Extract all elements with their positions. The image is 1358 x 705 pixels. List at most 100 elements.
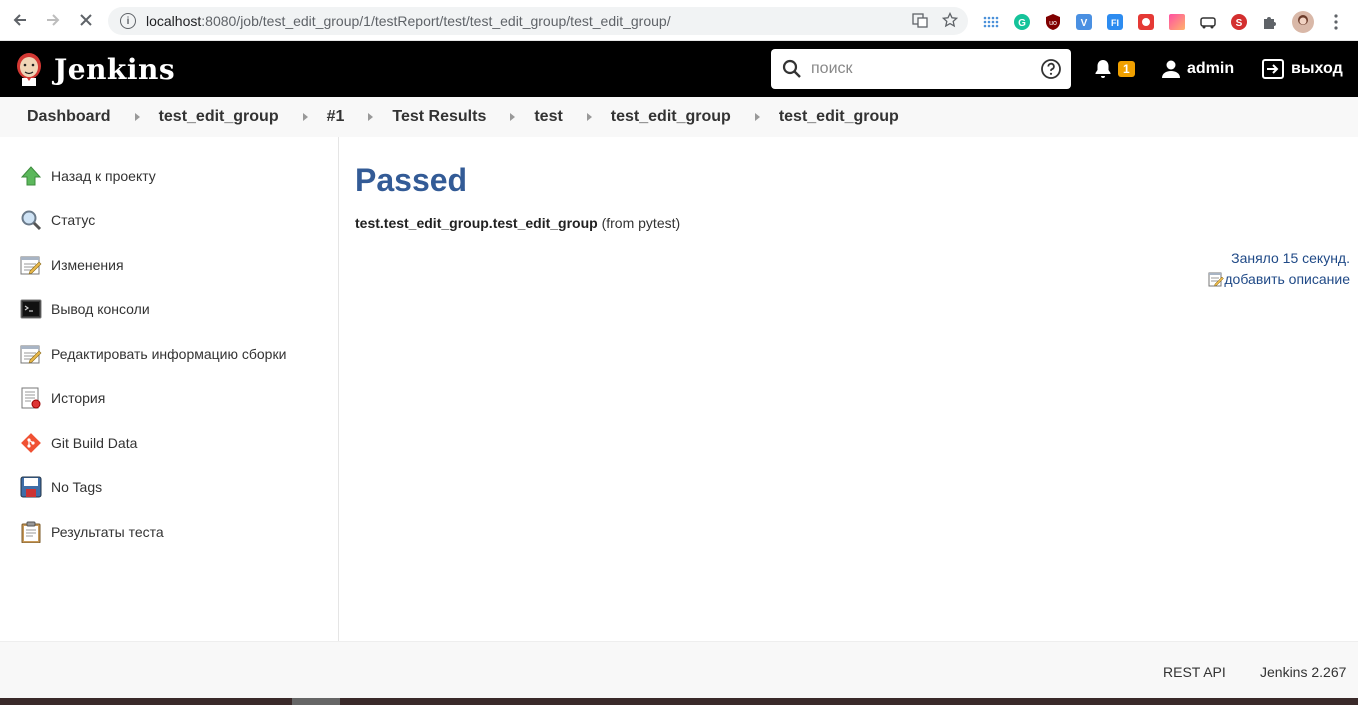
breadcrumb-separator[interactable] [754, 113, 760, 121]
breadcrumb-separator[interactable] [586, 113, 592, 121]
breadcrumb-separator[interactable] [302, 113, 308, 121]
v-extension-icon[interactable]: V [1075, 13, 1093, 31]
sidebar-item-label: Редактировать информацию сборки [51, 346, 287, 362]
ublock-icon[interactable]: uo [1044, 13, 1062, 31]
username: admin [1187, 60, 1235, 77]
sidebar-item-back-to-project[interactable]: Назад к проекту [20, 164, 156, 188]
sidebar-item-label: Изменения [51, 257, 124, 273]
breadcrumb-package[interactable]: test [534, 108, 562, 126]
breadcrumb: Dashboard test_edit_group #1 Test Result… [0, 97, 1358, 137]
page-footer: REST API Jenkins 2.267 [0, 641, 1358, 698]
chrome-menu-icon[interactable] [1327, 13, 1345, 31]
search-icon [782, 59, 801, 78]
terminal-icon [20, 298, 42, 320]
rest-api-link[interactable]: REST API [1163, 664, 1226, 680]
git-icon [20, 432, 42, 454]
profile-avatar-icon[interactable] [1292, 11, 1314, 33]
breadcrumb-build[interactable]: #1 [327, 108, 345, 126]
sidebar-item-test-results[interactable]: Результаты теста [20, 520, 164, 544]
floppy-icon [20, 476, 42, 498]
up-arrow-icon [20, 165, 42, 187]
grammarly-icon[interactable]: G [1013, 13, 1031, 31]
sidebar-item-status[interactable]: Статус [20, 208, 95, 232]
test-source: (from pytest) [601, 215, 681, 231]
breadcrumb-job[interactable]: test_edit_group [159, 108, 279, 126]
apps-grid-icon[interactable] [982, 13, 1000, 31]
jenkins-logo[interactable]: Jenkins [14, 51, 175, 87]
gradient-extension-icon[interactable] [1168, 13, 1186, 31]
url-path: :8080/job/test_edit_group/1/testReport/t… [201, 13, 671, 29]
test-case-line: test.test_edit_group.test_edit_group (fr… [355, 215, 680, 231]
notification-count-badge: 1 [1118, 61, 1135, 77]
logout-icon [1262, 59, 1284, 79]
jenkins-logo-text: Jenkins [54, 52, 176, 86]
sidebar-item-label: No Tags [51, 479, 103, 495]
taskbar-segment [292, 698, 340, 705]
bookmark-star-icon[interactable] [942, 12, 958, 28]
os-taskbar [0, 698, 1358, 705]
sidebar-item-no-tags[interactable]: No Tags [20, 475, 102, 499]
info-icon: i [120, 13, 136, 29]
breadcrumb-separator[interactable] [368, 113, 374, 121]
close-icon [80, 14, 92, 26]
fi-extension-icon[interactable]: FI [1106, 13, 1124, 31]
help-icon[interactable] [1040, 58, 1062, 80]
sidebar-item-label: Git Build Data [51, 435, 138, 451]
bell-icon [1095, 60, 1111, 78]
sidebar-item-label: Назад к проекту [51, 168, 156, 184]
search-input[interactable] [811, 60, 1031, 78]
jenkins-version-link[interactable]: Jenkins 2.267 [1260, 664, 1346, 680]
user-menu[interactable]: admin [1161, 41, 1234, 97]
notepad-edit-icon [1208, 272, 1225, 287]
page-title: Passed [355, 162, 468, 198]
search-box[interactable] [771, 49, 1071, 89]
car-extension-icon[interactable] [1199, 13, 1217, 31]
sidebar-item-label: История [51, 390, 106, 406]
breadcrumb-dashboard[interactable]: Dashboard [27, 108, 111, 126]
puzzle-extensions-icon[interactable] [1261, 13, 1279, 31]
sidebar-item-changes[interactable]: Изменения [20, 253, 124, 277]
svg-text:S: S [1236, 18, 1243, 29]
sidebar-item-history[interactable]: История [20, 386, 105, 410]
back-button[interactable] [7, 7, 33, 33]
notepad-edit-icon [20, 343, 42, 365]
svg-text:V: V [1081, 18, 1088, 29]
s-extension-icon[interactable]: S [1230, 13, 1248, 31]
user-icon [1162, 60, 1180, 78]
logout-button[interactable]: выход [1262, 41, 1343, 97]
stop-button[interactable] [73, 7, 99, 33]
red-extension-icon[interactable] [1137, 13, 1155, 31]
sidebar-item-edit-build-info[interactable]: Редактировать информацию сборки [20, 342, 286, 366]
breadcrumb-test-results[interactable]: Test Results [392, 108, 486, 126]
sidebar-item-console-output[interactable]: Вывод консоли [20, 297, 150, 321]
sidebar-item-label: Результаты теста [51, 524, 164, 540]
breadcrumb-test-case[interactable]: test_edit_group [779, 108, 899, 126]
test-case-name: test.test_edit_group.test_edit_group [355, 215, 598, 231]
side-panel: Назад к проекту Статус Изменения Вывод к… [0, 137, 339, 641]
translate-icon[interactable] [912, 12, 928, 28]
address-bar[interactable]: i localhost:8080/job/test_edit_group/1/t… [108, 7, 968, 35]
clipboard-icon [20, 521, 42, 543]
sidebar-item-label: Вывод консоли [51, 301, 150, 317]
browser-toolbar: i localhost:8080/job/test_edit_group/1/t… [0, 0, 1358, 41]
history-icon [20, 387, 42, 409]
breadcrumb-class[interactable]: test_edit_group [611, 108, 731, 126]
svg-text:G: G [1018, 18, 1026, 29]
breadcrumb-separator[interactable] [134, 113, 140, 121]
sidebar-item-git-build-data[interactable]: Git Build Data [20, 431, 137, 455]
add-description-link[interactable]: добавить описание [1208, 271, 1350, 287]
magnifier-icon [20, 209, 42, 231]
jenkins-butler-icon [17, 53, 41, 86]
notepad-icon [20, 254, 42, 276]
svg-text:uo: uo [1049, 20, 1057, 27]
breadcrumb-separator[interactable] [510, 113, 516, 121]
logout-label: выход [1291, 60, 1343, 77]
notifications-button[interactable]: 1 [1094, 41, 1135, 97]
sidebar-item-label: Статус [51, 212, 96, 228]
jenkins-header: Jenkins 1 admin выход [0, 41, 1358, 97]
add-description-label: добавить описание [1224, 271, 1350, 287]
forward-button[interactable] [40, 7, 66, 33]
duration-link[interactable]: Заняло 15 секунд. [1231, 250, 1350, 266]
forward-arrow-icon [47, 14, 60, 26]
svg-text:FI: FI [1111, 18, 1119, 28]
